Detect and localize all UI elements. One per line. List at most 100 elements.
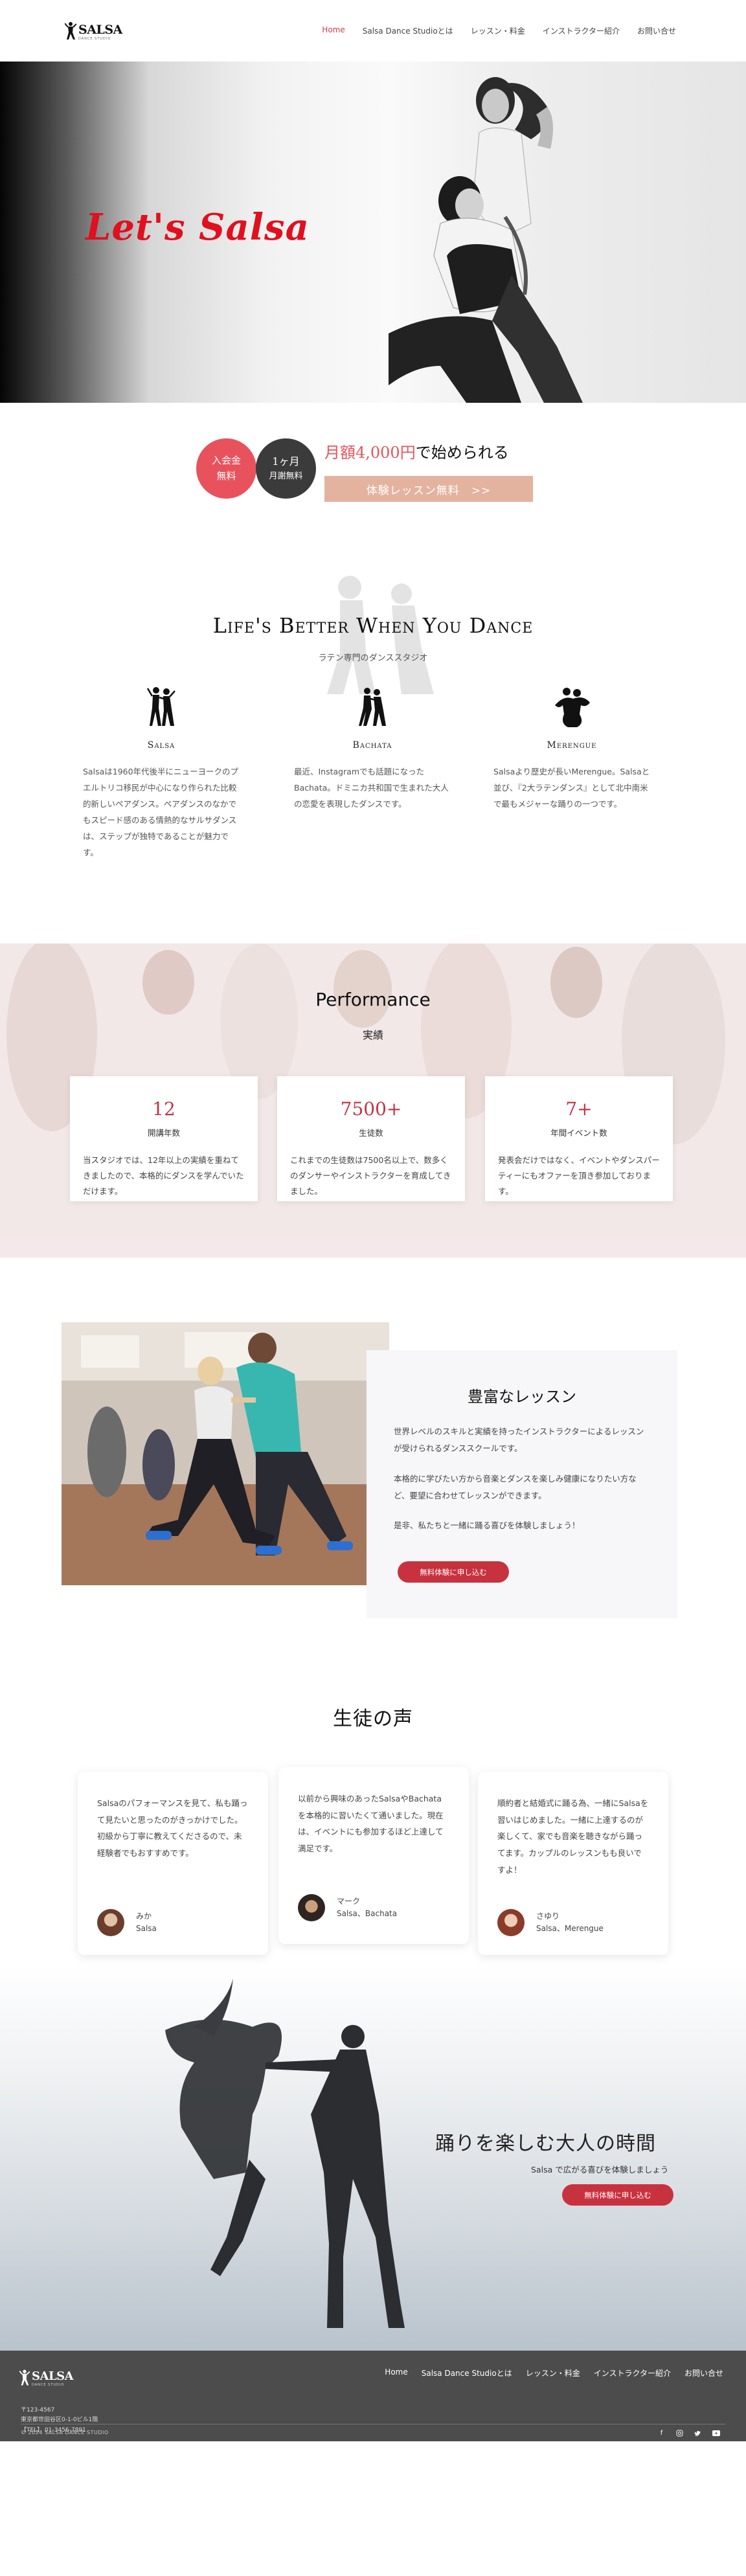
style-description: 最近、Instagramでも話題になったBachata。ドミニカ共和国で生まれた… [294, 767, 449, 809]
avatar [497, 1909, 525, 1936]
style-card-bachata: Bachata 最近、Instagramでも話題になったBachata。ドミニカ… [294, 686, 451, 812]
merengue-dancers-icon [555, 688, 590, 727]
badge-line: 月謝無料 [269, 471, 303, 481]
silhouette-dancers-image [165, 1978, 405, 2328]
lesson-trial-button[interactable]: 無料体験に申し込む [398, 1561, 509, 1583]
style-card-merengue: Merengue Salsaより歴史が長いMerengue。Salsaと並び、『… [493, 686, 650, 812]
styles-title: Life's Better When You Dance [212, 613, 534, 638]
stat-description: 発表会だけではなく、イベントやダンスパーティーにもオファーを頂き参加しております… [498, 1155, 660, 1196]
main-nav: Home Salsa Dance Studioとは レッスン・料金 インストラク… [322, 25, 676, 36]
author-style: Salsa、Merengue [536, 1924, 604, 1933]
offer-section: 入会金 無料 1ヶ月 月謝無料 月額4,000円で始められる 体験レッスン無料 … [0, 403, 746, 542]
testimonial-author: さゆり Salsa、Merengue [497, 1909, 604, 1936]
dancer-logo-icon [19, 2369, 30, 2386]
author-style: Salsa [136, 1924, 157, 1933]
badge-line: 入会金 [211, 455, 241, 467]
enrollment-free-badge: 入会金 無料 [196, 438, 256, 499]
testimonial-text: Salsaのパフォーマンスを見て、私も踊って見たいと思ったのがきっかけでした。初… [97, 1798, 248, 1858]
style-name: Bachata [352, 740, 392, 751]
nav-instructors[interactable]: インストラクター紹介 [543, 25, 620, 36]
lessons-section: 豊富なレッスン 世界レベルのスキルと実績を持ったインストラクターによるレッスンが… [0, 1258, 746, 1651]
cta-subtitle: Salsa で広がる喜びを体験しましょう [531, 2165, 669, 2175]
logo-subtext: DANCE STUDIO [32, 2383, 65, 2387]
testimonials-section: 生徒の声 Salsaのパフォーマンスを見て、私も踊って見たいと思ったのがきっかけ… [0, 1651, 746, 1965]
avatar [298, 1894, 325, 1921]
nav-home[interactable]: Home [322, 25, 345, 36]
footer-nav-about[interactable]: Salsa Dance Studioとは [422, 2367, 512, 2378]
stat-number: 7500+ [340, 1098, 402, 1120]
author-name: マーク [337, 1896, 361, 1906]
style-name: Salsa [147, 740, 175, 751]
instagram-icon[interactable] [675, 2429, 684, 2437]
style-name: Merengue [547, 740, 597, 751]
performance-title: Performance [315, 989, 431, 1010]
logo-subtext: DANCE STUDIO [78, 36, 111, 41]
testimonial-author: マーク Salsa、Bachata [298, 1894, 397, 1921]
footer-nav-instructors[interactable]: インストラクター紹介 [594, 2367, 671, 2378]
price-amount: 月額4,000円 [324, 444, 416, 462]
cta-trial-button[interactable]: 無料体験に申し込む [562, 2184, 673, 2206]
site-logo[interactable]: SALSA DANCE STUDIO [65, 21, 122, 41]
facebook-icon[interactable]: f [657, 2429, 666, 2437]
hero-dancers-image [389, 77, 583, 403]
logo-text: SALSA [78, 22, 122, 37]
cta-section: 踊りを楽しむ大人の時間 Salsa で広がる喜びを体験しましょう 無料体験に申し… [0, 1965, 746, 2351]
dancer-logo-icon [65, 21, 76, 40]
lesson-text: 是非、私たちと一緒に踊る喜びを体験しましょう！ [394, 1520, 580, 1530]
footer-nav-lessons[interactable]: レッスン・料金 [526, 2367, 580, 2378]
first-month-free-badge: 1ヶ月 月謝無料 [256, 438, 316, 499]
author-name: みか [136, 1911, 152, 1921]
testimonial-text: 順約者と結婚式に踊る為、一緒にSalsaを習いはじめました。一緒に上達するのが楽… [497, 1798, 649, 1875]
price-headline: 月額4,000円で始められる [324, 440, 509, 462]
twitter-icon[interactable] [694, 2429, 702, 2437]
style-card-salsa: Salsa Salsaは1960年代後半にニューヨークのプエルトリコ移民が中心に… [83, 686, 240, 861]
nav-lessons[interactable]: レッスン・料金 [471, 25, 525, 36]
style-description: Salsaより歴史が長いMerengue。Salsaと並び、『2大ラテンダンス』… [493, 767, 650, 809]
nav-contact[interactable]: お問い合せ [637, 25, 676, 36]
author-name: さゆり [536, 1911, 560, 1921]
styles-subtitle: ラテン専門のダンススタジオ [318, 653, 428, 663]
dance-styles-section: Life's Better When You Dance ラテン専門のダンススタ… [0, 542, 746, 943]
cta-title: 踊りを楽しむ大人の時間 [435, 2132, 656, 2155]
lesson-title: 豊富なレッスン [468, 1388, 576, 1406]
lesson-class-photo [62, 1322, 389, 1585]
footer-nav-home[interactable]: Home [385, 2367, 407, 2378]
stat-label: 年間イベント数 [550, 1128, 607, 1138]
performance-section: Performance 実績 12 開講年数 当スタジオでは、12年以上の実績を… [0, 943, 746, 1258]
testimonial-author: みか Salsa [97, 1909, 157, 1936]
testimonial-card: Salsaのパフォーマンスを見て、私も踊って見たいと思ったのがきっかけでした。初… [78, 1772, 268, 1955]
stat-description: これまでの生徒数は7500名以上で、数多くのダンサーやインストラクターを育成して… [290, 1155, 451, 1196]
salsa-dancers-icon [147, 687, 175, 726]
testimonial-card: 順約者と結婚式に踊る為、一緒にSalsaを習いはじめました。一緒に上達するのが楽… [478, 1772, 668, 1955]
badge-line: 1ヶ月 [272, 455, 300, 468]
stat-card-events: 7+ 年間イベント数 発表会だけではなく、イベントやダンスパーティーにもオファー… [485, 1076, 673, 1201]
badge-line: 無料 [216, 469, 236, 482]
free-trial-button[interactable]: 体験レッスン無料 >> [324, 476, 533, 502]
price-suffix: で始められる [415, 444, 509, 462]
youtube-icon[interactable] [712, 2429, 720, 2437]
postal-code: 〒123-4567 [21, 2407, 55, 2413]
stat-label: 生徒数 [359, 1128, 383, 1138]
bachata-dancers-icon [359, 688, 386, 726]
lesson-text: 世界レベルのスキルと実績を持ったインストラクターによるレッスンが受けられるダンス… [394, 1427, 644, 1454]
copyright: © 2024 SALSA DANCE STUDIO [21, 2430, 109, 2435]
testimonial-text: 以前から興味のあったSalsaやBachataを本格的に習いたくて通いました。現… [298, 1794, 444, 1853]
author-style: Salsa、Bachata [337, 1909, 398, 1918]
stat-label: 開講年数 [147, 1128, 180, 1138]
testimonial-card: 以前から興味のあったSalsaやBachataを本格的に習いたくて通いました。現… [278, 1767, 469, 1944]
style-description: Salsaは1960年代後半にニューヨークのプエルトリコ移民が中心になり作られた… [83, 767, 239, 857]
footer-nav-contact[interactable]: お問い合せ [684, 2367, 723, 2378]
stat-number: 12 [152, 1098, 175, 1120]
stat-card-students: 7500+ 生徒数 これまでの生徒数は7500名以上で、数多くのダンサーやインス… [277, 1076, 465, 1201]
hero-section: Let's Salsa [0, 62, 746, 403]
stat-card-years: 12 開講年数 当スタジオでは、12年以上の実績を重ねてきましたので、本格的にダ… [70, 1076, 258, 1201]
nav-about[interactable]: Salsa Dance Studioとは [363, 25, 453, 36]
footer-logo[interactable]: SALSA DANCE STUDIO [19, 2369, 74, 2387]
social-links: f [657, 2429, 720, 2437]
lesson-text: 本格的に学びたい方から音楽とダンスを楽しみ健康になりたい方など、要望に合わせてレ… [394, 1473, 637, 1500]
footer-nav: Home Salsa Dance Studioとは レッスン・料金 インストラク… [385, 2367, 723, 2378]
voices-title: 生徒の声 [333, 1708, 413, 1730]
stat-description: 当スタジオでは、12年以上の実績を重ねてきましたので、本格的にダンスを学んでいた… [83, 1155, 244, 1196]
hero-title: Let's Salsa [85, 206, 310, 249]
lesson-info-box: 豊富なレッスン 世界レベルのスキルと実績を持ったインストラクターによるレッスンが… [367, 1350, 677, 1618]
